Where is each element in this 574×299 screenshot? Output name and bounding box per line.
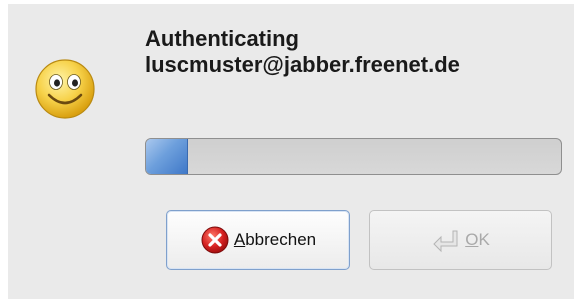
smiley-face-icon	[35, 59, 95, 119]
enter-arrow-icon	[433, 230, 458, 253]
progress-bar	[145, 138, 562, 175]
ok-button-label: OK	[465, 230, 490, 249]
cancel-button-label: Abbrechen	[233, 230, 317, 249]
authentication-dialog: Authenticating luscmuster@jabber.freenet…	[8, 4, 574, 299]
cancel-x-icon	[201, 226, 229, 254]
message-line-2: luscmuster@jabber.freenet.de	[145, 52, 460, 77]
progress-fill	[146, 139, 188, 174]
ok-button[interactable]: OK	[369, 210, 552, 270]
message-line-1: Authenticating	[145, 26, 299, 51]
cancel-button[interactable]: Abbrechen	[166, 210, 350, 270]
auth-message: Authenticating luscmuster@jabber.freenet…	[145, 26, 460, 78]
